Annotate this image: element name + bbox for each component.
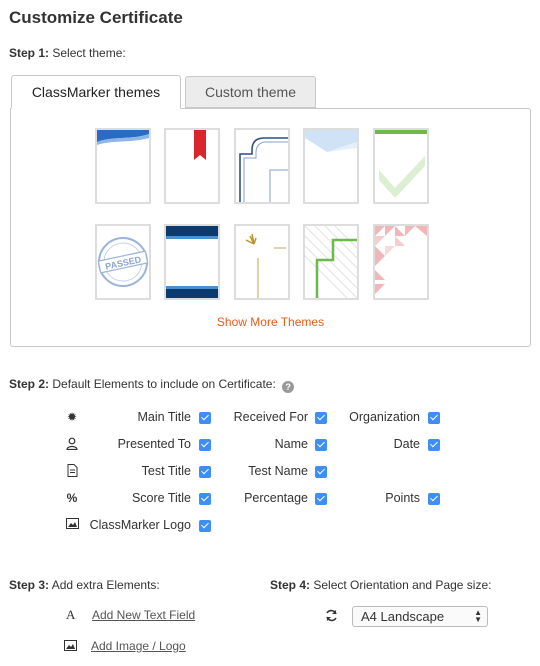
- presented-to-checkbox[interactable]: [199, 439, 211, 451]
- light-blue-theme-icon: [305, 130, 357, 152]
- step2-prefix: Step 2:: [9, 377, 50, 391]
- name-label: Name: [274, 437, 308, 451]
- tab-custom-theme[interactable]: Custom theme: [185, 76, 316, 108]
- classmarker-logo-label: ClassMarker Logo: [89, 518, 191, 532]
- add-image-icon: [64, 640, 77, 654]
- text-field-icon: A: [66, 607, 76, 622]
- green-check-theme-icon: [375, 130, 427, 198]
- theme-thumb-pink-triangles[interactable]: [373, 224, 429, 300]
- test-name-checkbox[interactable]: [315, 466, 327, 478]
- presented-to-label: Presented To: [117, 437, 191, 451]
- navy-bands-theme-icon: [166, 226, 218, 298]
- theme-thumb-passed-stamp[interactable]: PASSED: [95, 224, 151, 300]
- badge-icon: ✹: [66, 410, 78, 424]
- theme-thumb-gold-leaf[interactable]: [234, 224, 290, 300]
- add-image-link[interactable]: Add Image / Logo: [91, 639, 186, 653]
- gold-leaf-theme-icon: [245, 233, 286, 298]
- blue-lines-theme-icon: [239, 137, 288, 202]
- step1-text: Select theme:: [52, 46, 126, 60]
- pink-triangles-theme-icon: [375, 226, 427, 294]
- main-title-label: Main Title: [137, 410, 192, 424]
- theme-thumb-green-stairs[interactable]: [303, 224, 359, 300]
- page-size-select[interactable]: A4 Landscape ▲ ▼: [352, 606, 488, 627]
- date-label: Date: [393, 437, 420, 451]
- step3-label: Step 3: Add extra Elements:: [9, 578, 160, 592]
- percentage-checkbox[interactable]: [315, 493, 327, 505]
- theme-thumb-navy-bands[interactable]: [164, 224, 220, 300]
- received-for-label: Received For: [233, 410, 308, 424]
- help-icon[interactable]: ?: [282, 381, 295, 393]
- stamp-text: PASSED: [104, 254, 142, 271]
- user-icon: [64, 437, 80, 453]
- page-size-value: A4 Landscape: [361, 609, 445, 624]
- image-icon: [64, 518, 80, 532]
- passed-stamp-theme-icon: PASSED: [97, 237, 149, 287]
- theme-thumb-light-blue[interactable]: [303, 128, 359, 204]
- organization-checkbox[interactable]: [428, 412, 440, 424]
- received-for-checkbox[interactable]: [315, 412, 327, 424]
- step4-text: Select Orientation and Page size:: [313, 578, 492, 592]
- green-stairs-theme-icon: [305, 226, 357, 298]
- organization-label: Organization: [349, 410, 420, 424]
- step3-prefix: Step 3:: [9, 578, 50, 592]
- rotate-icon[interactable]: [325, 609, 338, 625]
- name-checkbox[interactable]: [315, 439, 327, 451]
- step2-label: Step 2: Default Elements to include on C…: [9, 377, 295, 393]
- show-more-themes-link[interactable]: Show More Themes: [11, 315, 530, 329]
- tab-classmarker-themes[interactable]: ClassMarker themes: [11, 75, 181, 109]
- document-icon: [64, 464, 80, 480]
- step1-prefix: Step 1:: [9, 46, 50, 60]
- theme-thumb-blue-wave[interactable]: [95, 128, 151, 204]
- points-checkbox[interactable]: [428, 493, 440, 505]
- select-arrows-icon: ▲ ▼: [474, 608, 482, 624]
- theme-thumb-green-check[interactable]: [373, 128, 429, 204]
- page-title: Customize Certificate: [9, 8, 183, 27]
- points-label: Points: [385, 491, 420, 505]
- test-title-label: Test Title: [141, 464, 191, 478]
- date-checkbox[interactable]: [428, 439, 440, 451]
- score-title-checkbox[interactable]: [199, 493, 211, 505]
- blue-wave-theme-icon: [97, 130, 149, 145]
- classmarker-logo-checkbox[interactable]: [199, 520, 211, 532]
- add-text-field-link[interactable]: Add New Text Field: [92, 608, 195, 622]
- main-title-checkbox[interactable]: [199, 412, 211, 424]
- percentage-label: Percentage: [244, 491, 308, 505]
- step1-label: Step 1: Select theme:: [9, 46, 126, 60]
- score-title-label: Score Title: [131, 491, 191, 505]
- step2-text: Default Elements to include on Certifica…: [52, 377, 276, 391]
- theme-panel: PASSED Show More Themes: [10, 108, 531, 347]
- theme-thumb-blue-lines[interactable]: [234, 128, 290, 204]
- percent-icon: %: [66, 491, 78, 505]
- theme-thumb-red-ribbon[interactable]: [164, 128, 220, 204]
- test-title-checkbox[interactable]: [199, 466, 211, 478]
- step4-prefix: Step 4:: [270, 578, 311, 592]
- red-ribbon-theme-icon: [194, 130, 206, 160]
- step4-label: Step 4: Select Orientation and Page size…: [270, 578, 491, 592]
- step3-text: Add extra Elements:: [51, 578, 160, 592]
- test-name-label: Test Name: [248, 464, 308, 478]
